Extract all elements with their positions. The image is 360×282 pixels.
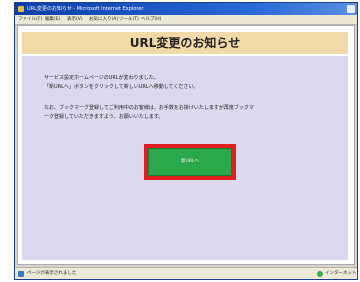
page-content: URL変更のお知らせ サービス設定ホームページのURLが変わりました。 「新UR…: [17, 25, 355, 265]
menu-favorites[interactable]: お気に入り(A): [89, 15, 118, 24]
title-bar: URL変更のお知らせ - Microsoft Internet Explorer: [15, 3, 357, 15]
zone-text: インターネット: [325, 271, 357, 276]
notice-panel: サービス設定ホームページのURLが変わりました。 「新URLへ」ボタンをクリック…: [22, 56, 348, 260]
notice-text-line: なお、ブックマーク登録してご利用中のお客様は、お手数をお掛けいたしますが再度ブッ…: [44, 105, 254, 111]
ie-icon: [18, 6, 24, 12]
notice-text-line: サービス設定ホームページのURLが変わりました。: [44, 75, 159, 81]
window-title: URL変更のお知らせ - Microsoft Internet Explorer: [27, 6, 144, 12]
status-text: ページが表示されました: [27, 271, 77, 276]
close-window-icon[interactable]: [347, 5, 355, 13]
menu-bar: ファイル(F) 編集(E) 表示(V) お気に入り(A) ツール(T) ヘルプ(…: [15, 15, 357, 25]
menu-view[interactable]: 表示(V): [67, 15, 83, 24]
menu-edit[interactable]: 編集(E): [45, 15, 60, 24]
internet-zone-icon: [317, 271, 323, 277]
button-highlight-frame: 新URLへ: [144, 144, 236, 180]
menu-tools[interactable]: ツール(T): [119, 15, 139, 24]
page-done-icon: [18, 271, 24, 277]
menu-file[interactable]: ファイル(F): [18, 15, 42, 24]
notice-text-line: 「新URLへ」ボタンをクリックして新しいURLへ移動してください。: [44, 84, 199, 90]
browser-window: URL変更のお知らせ - Microsoft Internet Explorer…: [14, 2, 358, 280]
new-url-button[interactable]: 新URLへ: [148, 148, 232, 176]
page-banner: URL変更のお知らせ: [22, 32, 348, 54]
page-title: URL変更のお知らせ: [129, 36, 241, 50]
status-bar: ページが表示されました インターネット: [15, 267, 357, 279]
menu-help[interactable]: ヘルプ(H): [141, 15, 161, 24]
notice-text-line: ーク登録していただきますよう、お願いいたします。: [44, 114, 164, 120]
